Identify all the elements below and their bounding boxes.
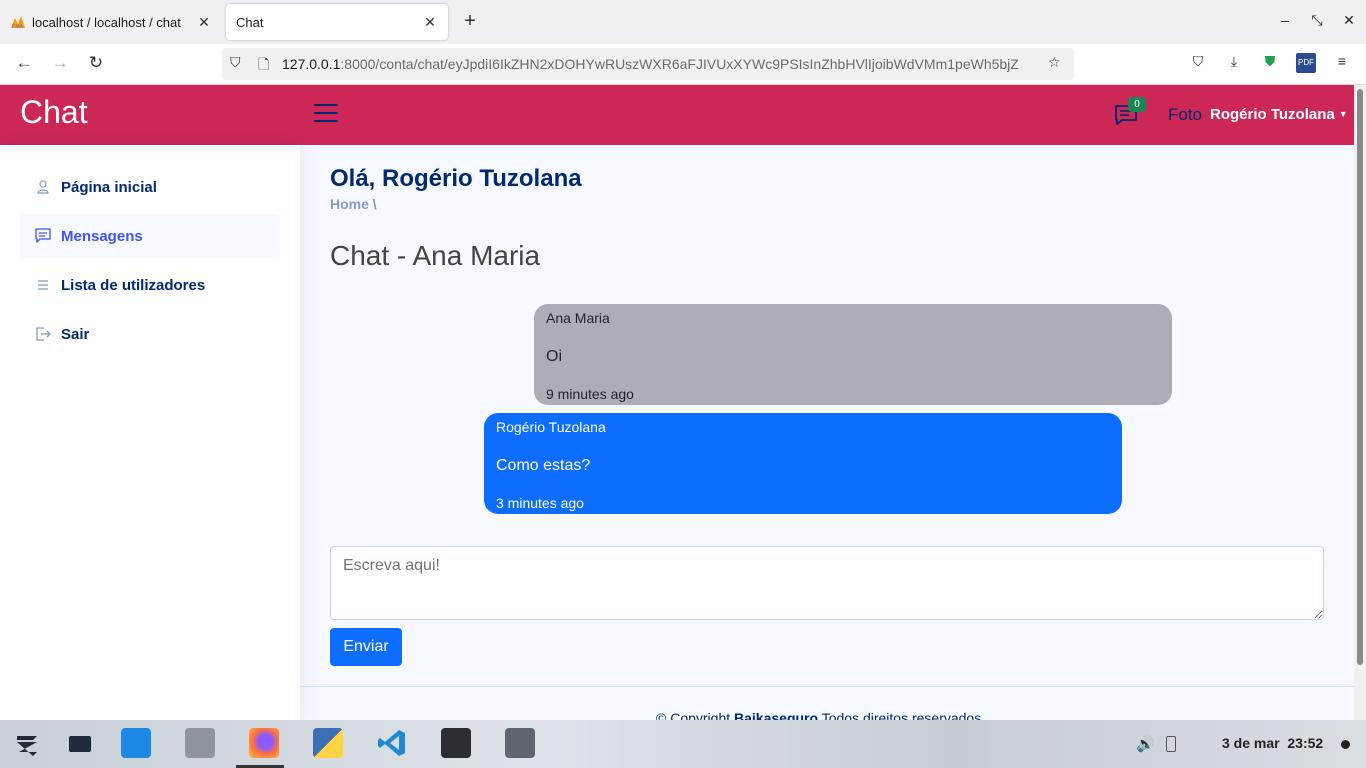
sidebar-item-label: Página inicial xyxy=(61,178,157,196)
phpmyadmin-icon: PMA xyxy=(11,16,25,29)
tab-title: Chat xyxy=(236,14,264,30)
url-host: 127.0.0.1 xyxy=(282,56,341,72)
message-input[interactable] xyxy=(330,546,1324,620)
sidebar-item-label: Sair xyxy=(61,325,90,343)
sidebar: Página inicial Mensagens Lista de utiliz… xyxy=(0,145,300,720)
pocket-icon[interactable]: ⛉ xyxy=(1188,53,1208,73)
files-icon[interactable] xyxy=(185,728,215,758)
footer-divider xyxy=(300,686,1354,687)
browser-tabbar: PMA localhost / localhost / chat ✕ Chat … xyxy=(0,0,1366,44)
volume-icon[interactable]: 🔊 xyxy=(1136,735,1155,753)
message-sender: Ana Maria xyxy=(546,310,610,326)
caret-down-icon: ▼ xyxy=(1338,109,1348,119)
terminal-icon[interactable] xyxy=(441,728,471,758)
message-bubble-outgoing: Rogério Tuzolana Como estas? 3 minutes a… xyxy=(484,413,1122,514)
page-scrollbar[interactable] xyxy=(1354,85,1366,720)
browser-tab-phpmyadmin[interactable]: PMA localhost / localhost / chat ✕ xyxy=(0,4,222,40)
minimize-icon[interactable]: – xyxy=(1277,12,1293,28)
bookmark-star-icon[interactable]: ☆ xyxy=(1048,54,1061,71)
profile-photo-placeholder[interactable]: Foto xyxy=(1168,105,1202,125)
clock-time: 23:52 xyxy=(1287,735,1324,751)
message-time: 9 minutes ago xyxy=(546,386,634,402)
scrollbar-thumb[interactable] xyxy=(1357,89,1363,665)
logout-icon xyxy=(36,327,51,341)
messages-count-badge: 0 xyxy=(1128,97,1146,112)
message-text: Como estas? xyxy=(496,457,591,474)
sidebar-item-lista-utilizadores[interactable]: Lista de utilizadores xyxy=(20,263,280,307)
reload-icon[interactable]: ↻ xyxy=(84,53,108,75)
url-text[interactable]: 127.0.0.1:8000/conta/chat/eyJpdiI6IkZHN2… xyxy=(282,56,1040,72)
list-icon xyxy=(38,280,48,290)
close-window-icon[interactable]: ✕ xyxy=(1341,12,1357,29)
message-icon xyxy=(35,228,51,243)
clock-date: 3 de mar xyxy=(1222,735,1280,751)
shield-icon[interactable]: ⛉ xyxy=(230,54,241,71)
page-icon: 🗋 xyxy=(258,56,270,72)
sidebar-item-pagina-inicial[interactable]: Página inicial xyxy=(20,165,280,209)
user-name: Rogério Tuzolana xyxy=(1210,106,1335,123)
back-icon[interactable]: ← xyxy=(12,53,36,75)
firefox-icon[interactable] xyxy=(249,728,279,758)
url-path: :8000/conta/chat/eyJpdiI6IkZHN2xDOHYwRUs… xyxy=(340,56,1019,72)
message-sender: Rogério Tuzolana xyxy=(496,419,606,435)
chat-title: Chat - Ana Maria xyxy=(330,240,541,271)
workspaces-icon[interactable] xyxy=(66,728,96,758)
software-store-icon[interactable] xyxy=(121,728,151,758)
close-tab-icon[interactable]: ✕ xyxy=(422,14,438,31)
vscode-icon[interactable] xyxy=(377,728,407,758)
url-bar[interactable]: ⛉ 🗋 127.0.0.1:8000/conta/chat/eyJpdiI6Ik… xyxy=(222,48,1074,80)
user-dropdown[interactable]: Rogério Tuzolana ▼ xyxy=(1210,106,1348,123)
new-tab-icon[interactable]: + xyxy=(460,10,480,33)
brand-logo[interactable]: Chat xyxy=(20,94,88,131)
menu-icon[interactable]: ≡ xyxy=(1332,53,1352,73)
message-text: Oi xyxy=(546,348,562,365)
sidebar-item-sair[interactable]: Sair xyxy=(20,312,280,356)
svg-text:PMA: PMA xyxy=(12,24,24,29)
send-button[interactable]: Enviar xyxy=(330,628,402,666)
message-bubble-incoming: Ana Maria Oi 9 minutes ago xyxy=(534,304,1172,405)
battery-icon[interactable] xyxy=(1166,736,1176,752)
download-icon[interactable]: ⤓ xyxy=(1224,53,1244,73)
message-time: 3 minutes ago xyxy=(496,495,584,511)
notification-dot-icon[interactable] xyxy=(1341,740,1350,749)
sidebar-item-mensagens[interactable]: Mensagens xyxy=(20,214,280,258)
browser-tab-chat[interactable]: Chat ✕ xyxy=(226,4,448,40)
page-title: Olá, Rogério Tuzolana xyxy=(330,165,582,192)
sidebar-item-label: Lista de utilizadores xyxy=(61,276,206,294)
os-taskbar: 🔊 xyxy=(0,720,1366,768)
pdf-extension-icon[interactable]: PDF xyxy=(1296,53,1316,73)
person-icon xyxy=(37,180,49,194)
taskbar-clock[interactable]: 3 de mar 23:52 xyxy=(1222,735,1323,751)
extension-shield-icon[interactable]: ⛊ xyxy=(1260,53,1280,73)
tab-title: localhost / localhost / chat xyxy=(32,14,181,30)
close-tab-icon[interactable]: ✕ xyxy=(196,14,212,31)
restore-icon[interactable]: ⤡ xyxy=(1309,12,1325,29)
python-idle-icon[interactable] xyxy=(313,728,343,758)
app-header: Chat Foto Rogério Tuzolana ▼ xyxy=(0,85,1354,145)
zorin-menu-icon[interactable] xyxy=(13,730,41,758)
settings-gear-icon[interactable] xyxy=(505,728,535,758)
sidebar-item-label: Mensagens xyxy=(61,227,143,245)
browser-navbar: ← → ↻ ⛉ 🗋 127.0.0.1:8000/conta/chat/eyJp… xyxy=(0,44,1366,85)
breadcrumb[interactable]: Home \ xyxy=(330,196,377,212)
toggle-sidebar-icon[interactable] xyxy=(314,104,338,124)
forward-icon[interactable]: → xyxy=(48,53,72,75)
